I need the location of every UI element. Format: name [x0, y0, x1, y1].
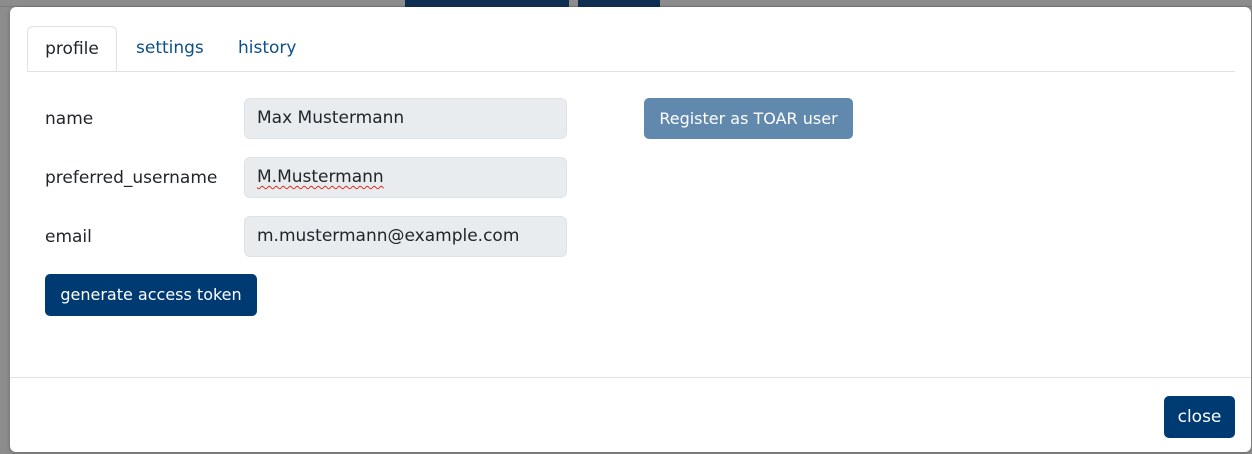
- tab-history[interactable]: history: [238, 26, 296, 71]
- name-label: name: [45, 109, 94, 129]
- close-button[interactable]: close: [1164, 396, 1235, 438]
- tab-bar: profile settings history: [27, 26, 1235, 72]
- generate-access-token-button[interactable]: generate access token: [45, 274, 257, 316]
- email-label: email: [45, 227, 92, 247]
- preferred-username-field[interactable]: M.Mustermann: [244, 157, 567, 198]
- preferred-username-label: preferred_username: [45, 168, 218, 188]
- tab-settings[interactable]: settings: [136, 26, 204, 71]
- register-toar-user-button[interactable]: Register as TOAR user: [644, 98, 853, 139]
- email-field[interactable]: m.mustermann@example.com: [244, 216, 567, 257]
- tab-profile[interactable]: profile: [27, 26, 117, 71]
- name-value: Max Mustermann: [257, 108, 405, 128]
- name-field[interactable]: Max Mustermann: [244, 98, 567, 139]
- user-profile-dialog: profile settings history name Max Muster…: [10, 7, 1251, 452]
- preferred-username-value: M.Mustermann: [257, 167, 384, 187]
- email-value: m.mustermann@example.com: [257, 226, 520, 246]
- footer-divider: [10, 377, 1251, 378]
